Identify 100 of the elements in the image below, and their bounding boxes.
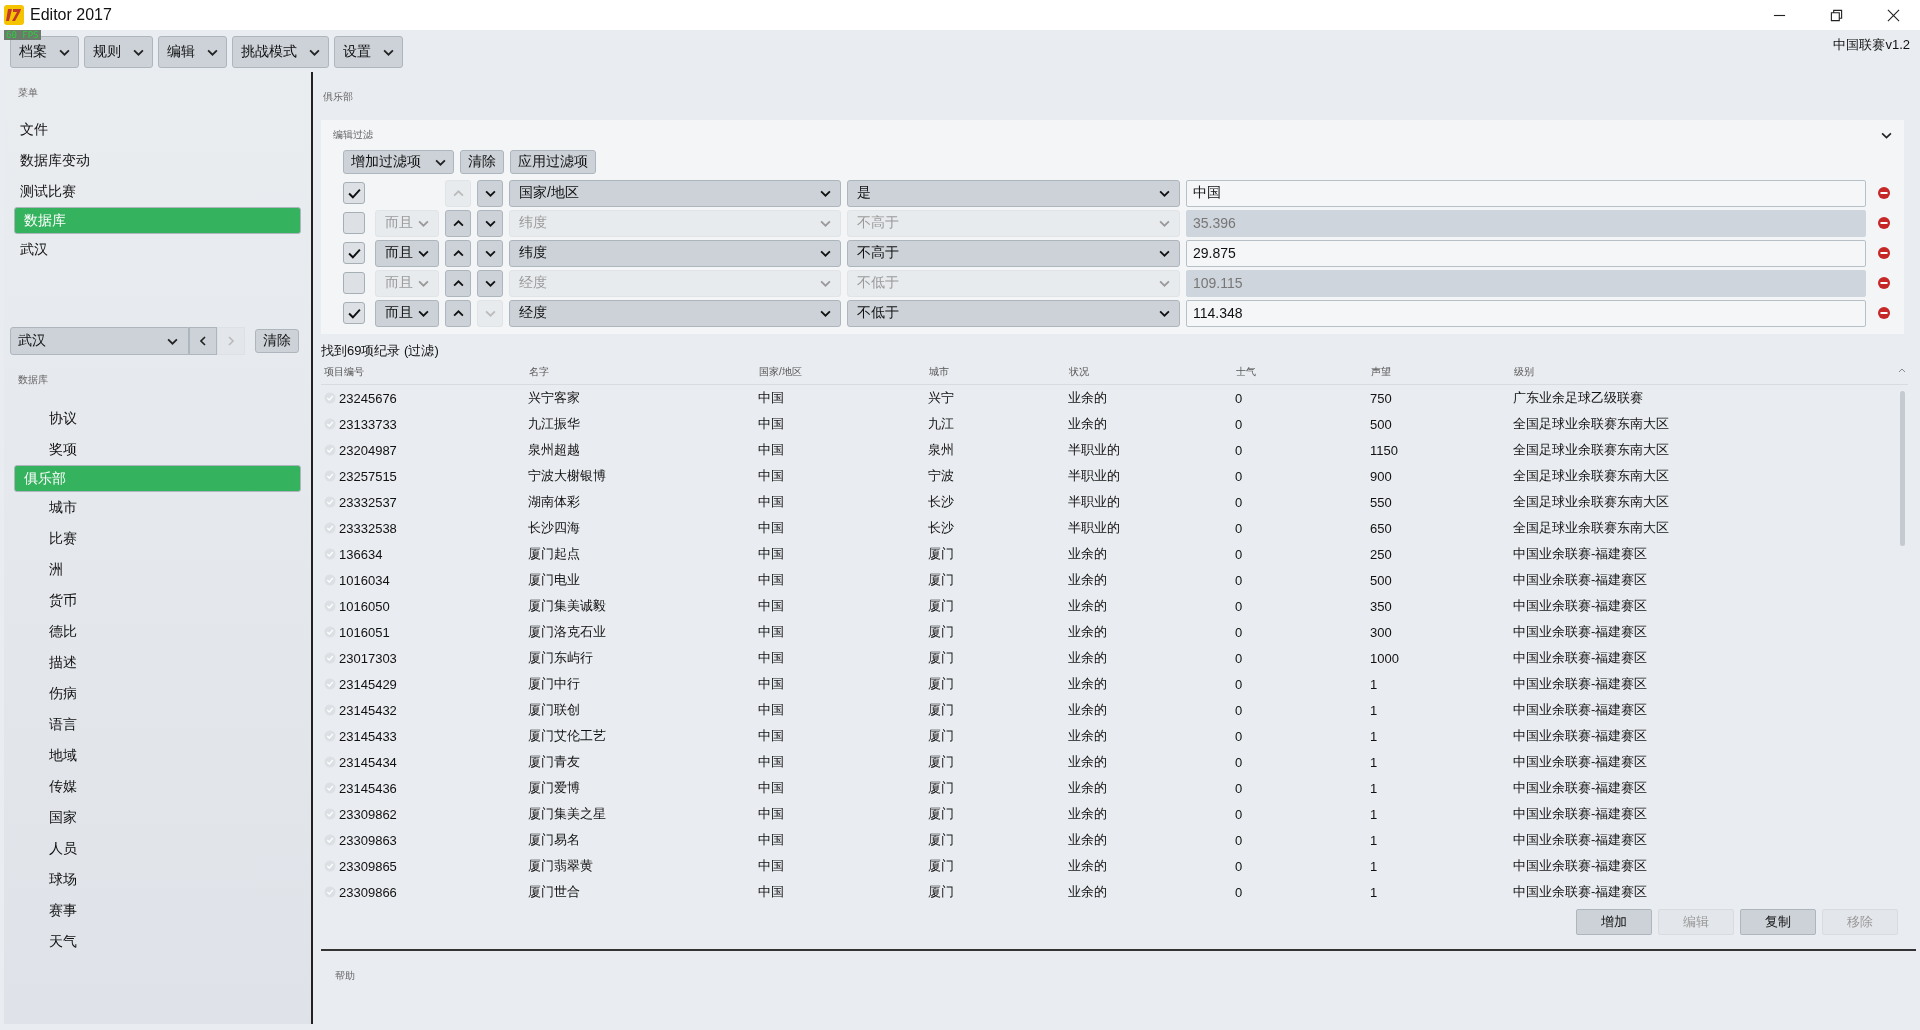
conjunction-dropdown[interactable]: 而且	[375, 299, 439, 327]
table-cell-text: 厦门	[927, 675, 955, 693]
table-cell-text: 300	[1369, 624, 1393, 640]
table-cell-text: 1000	[1369, 650, 1400, 666]
move-up-button[interactable]	[445, 239, 471, 267]
sidebar-item[interactable]: 武汉	[14, 234, 301, 265]
previous-button[interactable]	[189, 327, 217, 355]
table-cell-text: 中国	[757, 623, 785, 641]
table-cell: 23145432	[339, 702, 397, 718]
value-field[interactable]: 中国	[1186, 179, 1866, 207]
field-dropdown[interactable]: 经度	[509, 299, 841, 327]
table-cell-text: 中国业余联赛-福建赛区	[1512, 727, 1649, 745]
city-dropdown[interactable]: 武汉	[10, 327, 189, 355]
value-field[interactable]: 114.348	[1186, 299, 1866, 327]
sidebar-item[interactable]: 洲	[14, 554, 301, 585]
table-cell-text: 350	[1369, 598, 1393, 614]
check-circle-icon	[324, 496, 336, 508]
move-up-button[interactable]	[445, 299, 471, 327]
field-dropdown[interactable]: 国家/地区	[509, 179, 841, 207]
remove-icon[interactable]	[1878, 187, 1890, 199]
sidebar-item[interactable]: 天气	[14, 926, 301, 957]
move-down-button[interactable]	[477, 239, 503, 267]
caret-icon	[820, 189, 831, 197]
sidebar-item[interactable]: 城市	[14, 492, 301, 523]
move-up-button[interactable]	[445, 209, 471, 237]
apply-filter-button[interactable]: 应用过滤项	[510, 150, 596, 174]
checkbox[interactable]	[343, 182, 365, 204]
move-down-button[interactable]	[477, 269, 503, 297]
close-icon[interactable]	[1887, 8, 1900, 22]
menu-button[interactable]: 设置	[334, 36, 403, 68]
check-circle-icon	[324, 392, 336, 404]
table-cell-text: 中国业余联赛-福建赛区	[1512, 623, 1649, 641]
table-cell-text: 业余的	[1067, 831, 1108, 849]
sidebar-item[interactable]: 协议	[14, 403, 301, 434]
add-filter-button[interactable]: 增加过滤项	[343, 150, 454, 174]
sidebar-item[interactable]: 语言	[14, 709, 301, 740]
column-header[interactable]: 名字	[526, 365, 756, 379]
checkbox[interactable]	[343, 272, 365, 294]
remove-icon[interactable]	[1878, 277, 1890, 289]
column-header[interactable]: 状况	[1066, 365, 1233, 379]
action-button[interactable]: 复制	[1740, 909, 1816, 935]
operator-dropdown[interactable]: 是	[847, 179, 1180, 207]
table-cell-text: 厦门	[927, 883, 955, 901]
sidebar-item[interactable]: 地域	[14, 740, 301, 771]
conjunction-dropdown[interactable]: 而且	[375, 239, 439, 267]
sidebar-item[interactable]: 比赛	[14, 523, 301, 554]
column-header[interactable]: 国家/地区	[756, 365, 926, 379]
column-header[interactable]: 项目编号	[321, 365, 526, 379]
clear-button[interactable]: 清除	[460, 150, 504, 174]
value-field[interactable]: 29.875	[1186, 239, 1866, 267]
table-cell: 23017303	[339, 650, 397, 666]
clear-button[interactable]: 清除	[255, 329, 299, 353]
table-cell-text: 长沙	[927, 519, 955, 537]
sidebar-item[interactable]: 球场	[14, 864, 301, 895]
column-header[interactable]: 级别	[1511, 365, 1908, 379]
sidebar-item[interactable]: 国家	[14, 802, 301, 833]
menu-button[interactable]: 规则	[84, 36, 153, 68]
sidebar-item[interactable]: 数据库变动	[14, 145, 301, 176]
move-down-button[interactable]	[477, 209, 503, 237]
sidebar-item[interactable]: 赛事	[14, 895, 301, 926]
caret-icon	[133, 48, 144, 56]
caret-icon	[1159, 309, 1170, 317]
table-cell-text: 业余的	[1067, 649, 1108, 667]
table-cell-text: 中国业余联赛-福建赛区	[1512, 857, 1649, 875]
table-cell-text: 中国	[757, 753, 785, 771]
sidebar-item[interactable]: 人员	[14, 833, 301, 864]
remove-icon[interactable]	[1878, 217, 1890, 229]
table-cell-text: 业余的	[1067, 883, 1108, 901]
move-down-button[interactable]	[477, 179, 503, 207]
operator-dropdown[interactable]: 不高于	[847, 239, 1180, 267]
sidebar-item[interactable]: 描述	[14, 647, 301, 678]
column-header[interactable]: 城市	[926, 365, 1066, 379]
table-cell-text: 全国足球业余联赛东南大区	[1512, 467, 1670, 485]
operator-dropdown[interactable]: 不低于	[847, 299, 1180, 327]
remove-icon[interactable]	[1878, 307, 1890, 319]
restore-icon[interactable]	[1830, 8, 1843, 22]
sort-icon[interactable]	[1898, 368, 1906, 373]
sidebar-item[interactable]: 德比	[14, 616, 301, 647]
sidebar-item[interactable]: 文件	[14, 114, 301, 145]
sidebar-item[interactable]: 货币	[14, 585, 301, 616]
checkbox[interactable]	[343, 212, 365, 234]
check-circle-icon	[324, 600, 336, 612]
sidebar-item[interactable]: 奖项	[14, 434, 301, 465]
field-dropdown[interactable]: 纬度	[509, 239, 841, 267]
sidebar-item[interactable]: 传媒	[14, 771, 301, 802]
table-cell-text: 1	[1369, 884, 1379, 900]
column-header[interactable]: 声望	[1368, 365, 1511, 379]
sidebar-item[interactable]: 测试比赛	[14, 176, 301, 207]
move-up-button[interactable]	[445, 269, 471, 297]
checkbox[interactable]	[343, 242, 365, 264]
menu-button[interactable]: 编辑	[158, 36, 227, 68]
down-chevron-icon	[484, 249, 496, 257]
action-button[interactable]: 增加	[1576, 909, 1652, 935]
table-cell-text: 250	[1369, 546, 1393, 562]
chevron-icon[interactable]	[1881, 131, 1892, 139]
menu-button[interactable]: 挑战模式	[232, 36, 329, 68]
checkbox[interactable]	[343, 302, 365, 324]
remove-icon[interactable]	[1878, 247, 1890, 259]
sidebar-item[interactable]: 伤病	[14, 678, 301, 709]
column-header[interactable]: 士气	[1233, 365, 1368, 379]
